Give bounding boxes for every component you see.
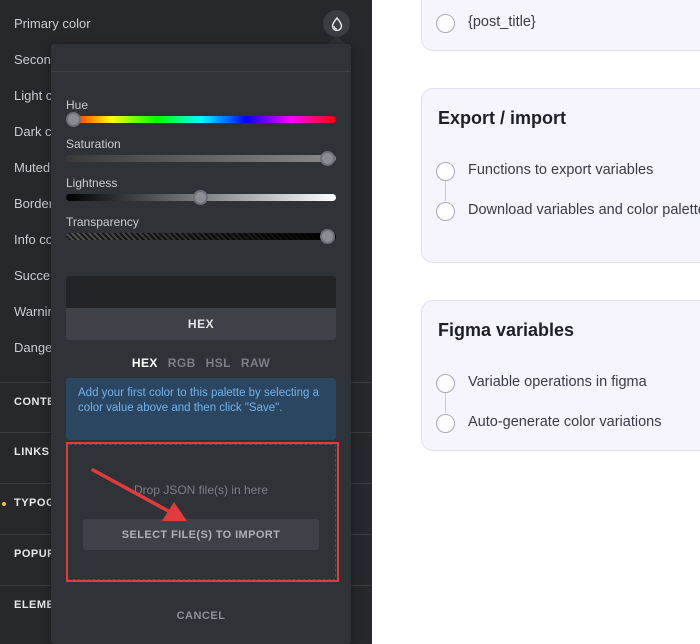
color-name-field[interactable]	[51, 44, 351, 72]
format-tabs: HEX RGB HSL RAW	[51, 356, 351, 370]
section-label: TYPOG	[14, 497, 56, 509]
setting-warning-color[interactable]: Warnin	[14, 304, 55, 319]
color-preview	[66, 276, 336, 308]
card-title: Figma variables	[438, 320, 575, 340]
palette-info-message: Add your first color to this palette by …	[66, 378, 336, 440]
card-export-import: Export / import Functions to export vari…	[421, 88, 700, 263]
connector-line	[445, 393, 446, 413]
hue-label: Hue	[66, 98, 89, 112]
tab-hex[interactable]: HEX	[132, 356, 158, 370]
transparency-handle[interactable]	[320, 229, 335, 244]
list-item[interactable]: Functions to export variables	[436, 161, 653, 183]
highlight-box	[66, 442, 339, 582]
checkbox-circle[interactable]	[436, 14, 455, 33]
list-item[interactable]: Variable operations in figma	[436, 373, 647, 395]
section-label: ELEME	[14, 599, 55, 611]
tab-rgb[interactable]: RGB	[168, 356, 196, 370]
setting-dark-color[interactable]: Dark c	[14, 124, 52, 139]
setting-success-color[interactable]: Succe	[14, 268, 50, 283]
setting-light-color[interactable]: Light c	[14, 88, 52, 103]
card-figma-variables: Figma variables Variable operations in f…	[421, 300, 700, 451]
section-label: POPUP	[14, 548, 56, 560]
checkbox-circle[interactable]	[436, 162, 455, 181]
list-item-text: Functions to export variables	[468, 162, 654, 178]
list-item-text: Variable operations in figma	[468, 374, 647, 390]
section-label: LINKS	[14, 446, 50, 458]
setting-info-color[interactable]: Info co	[14, 232, 53, 247]
cancel-button[interactable]: CANCEL	[51, 610, 351, 622]
card-post-title: {post_title}	[421, 0, 700, 51]
active-indicator	[2, 502, 6, 506]
transparency-gradient	[66, 233, 336, 240]
list-item-text: Download variables and color palette	[468, 202, 700, 218]
saturation-handle[interactable]	[320, 151, 335, 166]
card-title: Export / import	[438, 108, 567, 128]
connector-line	[445, 181, 446, 201]
droplet-icon[interactable]	[323, 10, 350, 37]
tab-hsl[interactable]: HSL	[206, 356, 231, 370]
setting-danger-color[interactable]: Dange	[14, 340, 52, 355]
list-item[interactable]: Download variables and color palette	[436, 201, 700, 223]
lightness-handle[interactable]	[193, 190, 208, 205]
setting-muted-color[interactable]: Muted	[14, 160, 50, 175]
transparency-label: Transparency	[66, 215, 139, 229]
list-item[interactable]: {post_title}	[436, 13, 536, 35]
list-item-text: Auto-generate color variations	[468, 414, 662, 430]
setting-primary-color[interactable]: Primary color	[14, 16, 91, 31]
hue-handle[interactable]	[66, 112, 81, 127]
checkbox-circle[interactable]	[436, 374, 455, 393]
setting-secondary-color[interactable]: Secon	[14, 52, 51, 67]
saturation-slider[interactable]	[66, 155, 336, 162]
list-item[interactable]: Auto-generate color variations	[436, 413, 661, 435]
section-label: CONTE	[14, 396, 55, 408]
setting-border-color[interactable]: Border	[14, 196, 53, 211]
saturation-label: Saturation	[66, 137, 121, 151]
checkbox-circle[interactable]	[436, 202, 455, 221]
checkbox-circle[interactable]	[436, 414, 455, 433]
list-item-text: {post_title}	[468, 14, 536, 30]
lightness-label: Lightness	[66, 176, 118, 190]
hue-slider[interactable]	[66, 116, 336, 123]
hex-value-field[interactable]: HEX	[66, 308, 336, 340]
tab-raw[interactable]: RAW	[241, 356, 270, 370]
